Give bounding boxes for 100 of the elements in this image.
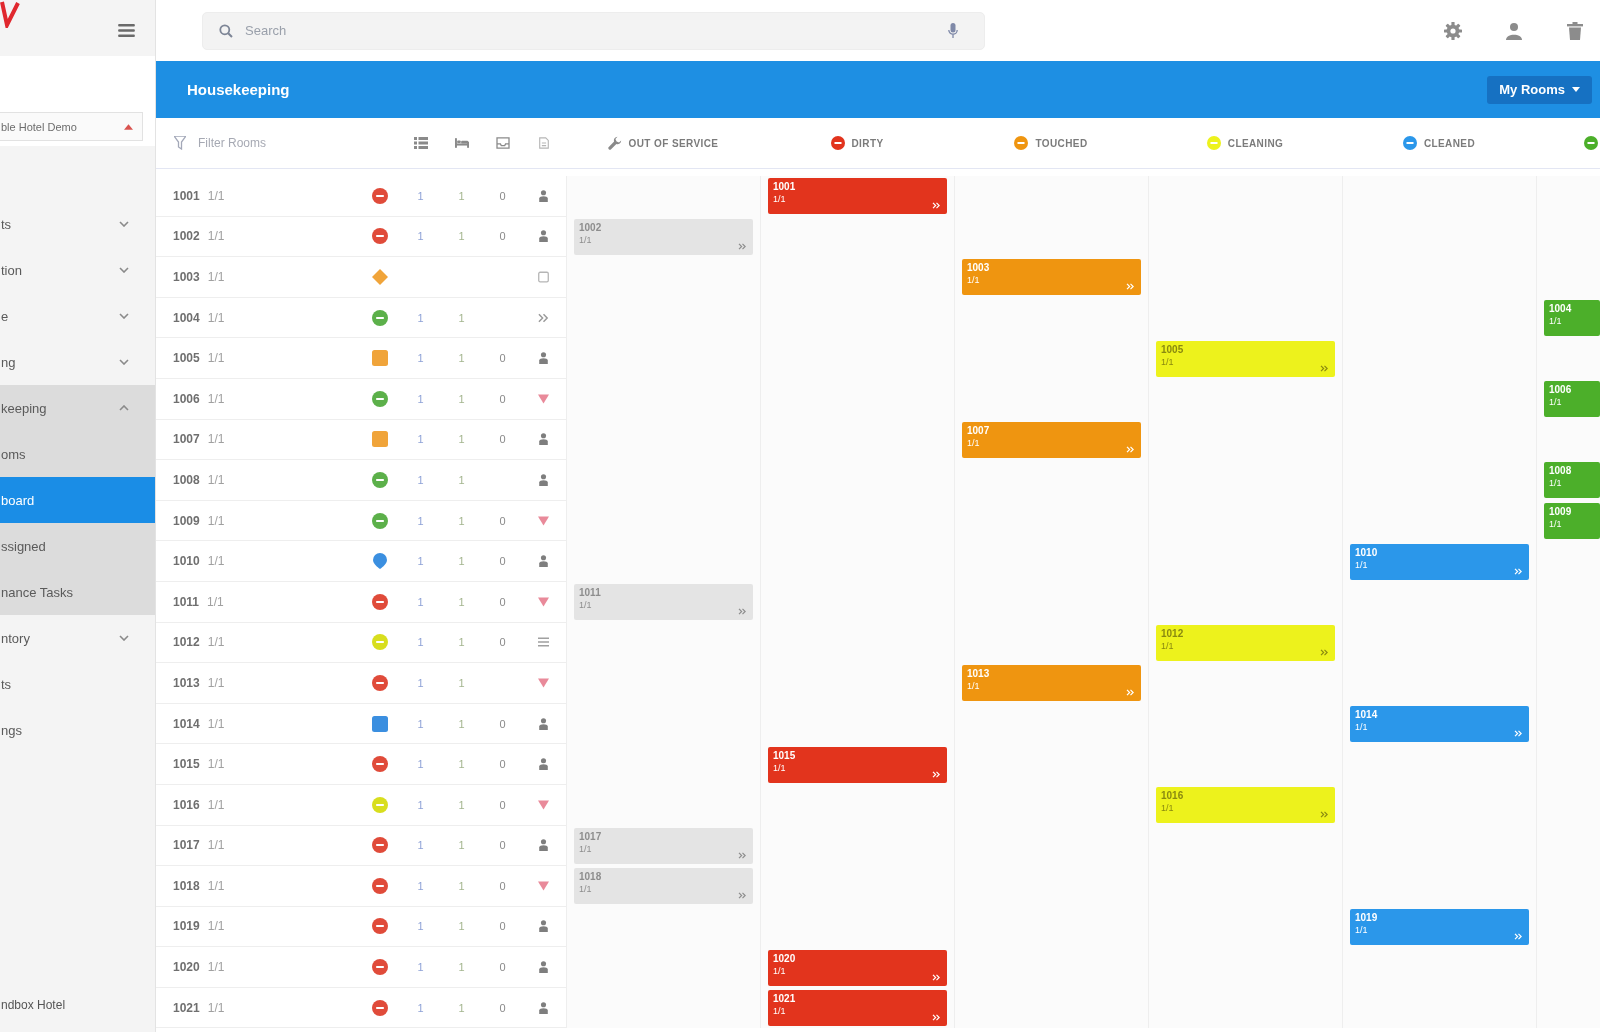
count-text: 0 <box>499 879 506 892</box>
double-chevron-icon <box>932 202 941 210</box>
sidebar-item[interactable]: oms <box>0 431 155 477</box>
count-text: 1 <box>458 1001 465 1014</box>
count-text: 1 <box>417 433 424 446</box>
card-subtitle: 1/1 <box>1549 397 1563 409</box>
room-card[interactable]: 1013 1/1 <box>962 665 1141 702</box>
column-title: CLEANING <box>1227 137 1284 149</box>
room-card[interactable]: 1018 1/1 <box>574 868 753 905</box>
count-text: 1 <box>458 879 465 892</box>
note-icon[interactable] <box>536 137 551 149</box>
count-text: 1 <box>417 514 424 527</box>
count-text: 1 <box>417 230 424 243</box>
room-type: 1/1 <box>207 675 225 690</box>
card-subtitle: 1/1 <box>1355 722 1369 733</box>
room-card[interactable]: 1011 1/1 <box>574 584 753 621</box>
room-card[interactable]: 1021 1/1 <box>768 990 947 1027</box>
sidebar-item[interactable]: ts <box>0 661 155 707</box>
room-card[interactable]: 1007 1/1 <box>962 421 1141 458</box>
card-title: 1012 <box>1161 627 1184 640</box>
property-select[interactable]: ble Hotel Demo <box>0 112 143 141</box>
card-subtitle: 1/1 <box>579 234 593 246</box>
sidebar-item[interactable]: ngs <box>0 707 155 753</box>
person-icon <box>538 1001 549 1014</box>
room-card[interactable]: 1015 1/1 <box>768 746 947 783</box>
card-title: 1016 <box>1161 790 1184 803</box>
count-text: 1 <box>458 676 465 689</box>
card-title: 1018 <box>579 871 602 884</box>
column-title: TOUCHED <box>1035 137 1088 149</box>
room-card[interactable]: 1001 1/1 <box>768 178 947 215</box>
list-icon[interactable] <box>413 137 428 149</box>
room-number: 1019 <box>173 919 200 934</box>
count-text: 1 <box>417 1001 424 1014</box>
inbox-icon[interactable] <box>495 137 510 149</box>
card-subtitle: 1/1 <box>967 437 981 449</box>
room-number: 1018 <box>173 878 200 893</box>
card-title: 1011 <box>579 587 601 600</box>
person-icon[interactable] <box>1505 21 1523 40</box>
filter-field[interactable]: Filter Rooms <box>198 132 348 154</box>
room-card[interactable]: 1017 1/1 <box>574 827 753 864</box>
room-type: 1/1 <box>207 878 225 893</box>
room-card[interactable]: 1004 1/1 <box>1544 300 1600 337</box>
card-title: 1004 <box>1549 303 1572 316</box>
sidebar-item[interactable]: nance Tasks <box>0 569 155 615</box>
card-title: 1015 <box>773 749 796 762</box>
double-chevron-icon <box>738 851 747 859</box>
double-chevron-icon <box>1320 648 1329 656</box>
card-subtitle: 1/1 <box>1161 803 1175 815</box>
trash-icon[interactable] <box>1566 21 1584 40</box>
count-text: 1 <box>417 758 424 771</box>
bed-icon[interactable] <box>454 137 469 149</box>
count-text: 1 <box>417 352 424 365</box>
count-text: 0 <box>499 636 506 649</box>
view-button[interactable]: My Rooms <box>1487 75 1592 104</box>
sidebar-item[interactable]: ng <box>0 339 155 385</box>
count-text: 0 <box>499 392 506 405</box>
double-chevron-icon <box>1514 933 1523 940</box>
person-icon <box>538 920 549 933</box>
room-type: 1/1 <box>207 554 225 569</box>
sidebar-item[interactable]: tion <box>0 247 155 293</box>
double-chevron-icon <box>932 1014 941 1022</box>
gear-icon[interactable] <box>1444 21 1462 40</box>
count-text: 0 <box>499 798 506 811</box>
sidebar-item[interactable]: ntory <box>0 615 155 661</box>
room-card[interactable]: 1016 1/1 <box>1156 787 1335 824</box>
sidebar-item[interactable]: ssigned <box>0 523 155 569</box>
count-text: 0 <box>499 595 506 608</box>
room-type: 1/1 <box>207 472 225 487</box>
room-type: 1/1 <box>207 594 224 609</box>
room-card[interactable]: 1005 1/1 <box>1156 340 1335 377</box>
room-card[interactable]: 1009 1/1 <box>1544 503 1600 540</box>
menu-icon[interactable] <box>118 24 135 37</box>
room-card[interactable]: 1010 1/1 <box>1350 543 1529 580</box>
room-card[interactable]: 1019 1/1 <box>1350 909 1529 945</box>
sidebar-item[interactable]: ts <box>0 201 155 247</box>
triangle-icon <box>538 595 549 608</box>
search-field[interactable]: Search <box>202 11 985 50</box>
room-card[interactable]: 1006 1/1 <box>1544 381 1600 418</box>
room-card[interactable]: 1020 1/1 <box>768 949 947 986</box>
room-type: 1/1 <box>207 797 225 812</box>
room-card[interactable]: 1014 1/1 <box>1350 706 1529 742</box>
search-input[interactable]: Search <box>245 18 936 43</box>
logo-icon <box>0 0 20 28</box>
triangle-icon <box>538 392 549 405</box>
room-card[interactable]: 1012 1/1 <box>1156 624 1335 661</box>
sidebar-item[interactable]: keeping <box>0 385 155 431</box>
double-chevron-icon <box>1514 730 1523 737</box>
microphone-icon[interactable] <box>948 22 958 39</box>
count-text: 1 <box>417 311 424 324</box>
filter-icon <box>174 136 186 150</box>
caret-icon <box>124 123 133 130</box>
card-title: 1010 <box>1355 546 1378 559</box>
room-type: 1/1 <box>207 432 225 447</box>
room-card[interactable]: 1008 1/1 <box>1544 462 1600 499</box>
column-title: OUT OF SERVICE <box>628 137 719 149</box>
card-title: 1009 <box>1549 506 1572 519</box>
sidebar-item[interactable]: e <box>0 293 155 339</box>
sidebar-item[interactable]: board <box>0 477 155 523</box>
room-card[interactable]: 1002 1/1 <box>574 218 753 255</box>
room-card[interactable]: 1003 1/1 <box>962 259 1141 296</box>
